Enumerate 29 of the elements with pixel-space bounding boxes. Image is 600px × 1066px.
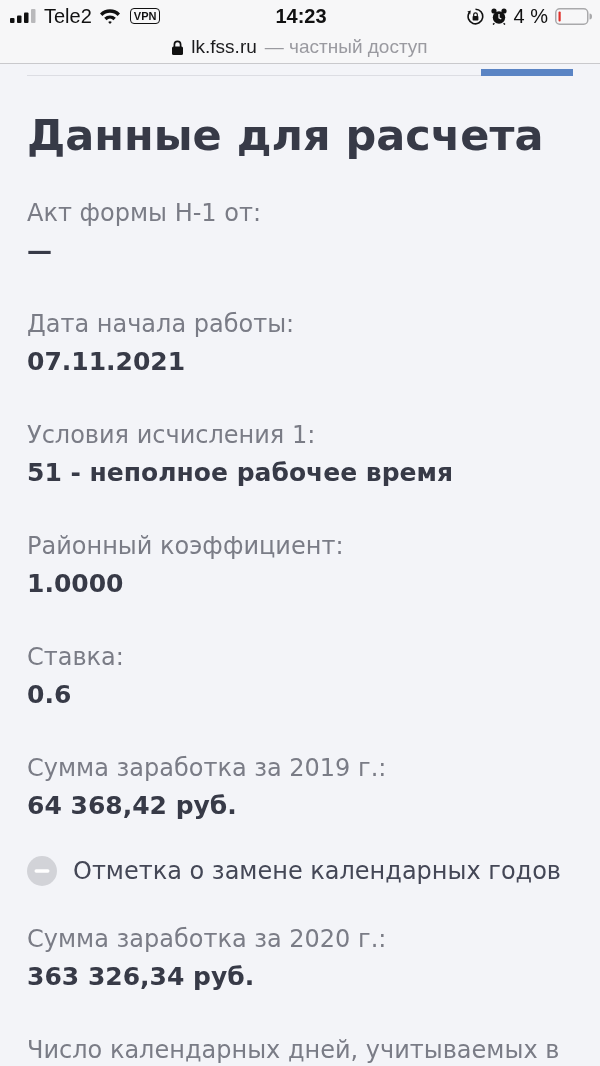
field-value: 64 368,42 руб. [27,790,237,822]
field-value: 0.6 [27,679,72,711]
url-access-note: — частный доступ [264,36,428,58]
field-label: Сумма заработка за 2020 г.: [27,924,387,954]
clock-time: 14:23 [275,5,327,27]
section-title: Данные для расчета [27,109,545,162]
battery-icon [555,7,592,25]
field-label: Ставка: [27,642,124,672]
field-value: 51 - неполное рабочее время [27,457,453,489]
signal-icon [10,9,37,23]
alarm-clock-icon [490,7,507,25]
carrier-name: Tele2 [44,4,92,28]
flag-label: Отметка о замене календарных годов [73,856,561,886]
field-label: Условия исчисления 1: [27,420,316,450]
vpn-badge: VPN [129,8,161,24]
field-label: Акт формы Н-1 от: [27,198,261,228]
lock-icon [172,39,184,55]
field-label: Сумма заработка за 2019 г.: [27,753,387,783]
rotation-lock-icon [466,7,484,25]
url-domain[interactable]: lk.fss.ru [191,36,257,58]
field-label: Дата начала работы: [27,309,295,339]
field-value: — [27,235,52,267]
wifi-icon [98,8,121,24]
field-value: 1.0000 [27,568,124,600]
battery-percent: 4 % [513,4,548,28]
field-label: Число календарных дней, учитываемых в [27,1035,560,1065]
field-value: 363 326,34 руб. [27,961,255,993]
field-value: 07.11.2021 [27,346,186,378]
field-label: Районный коэффициент: [27,531,344,561]
